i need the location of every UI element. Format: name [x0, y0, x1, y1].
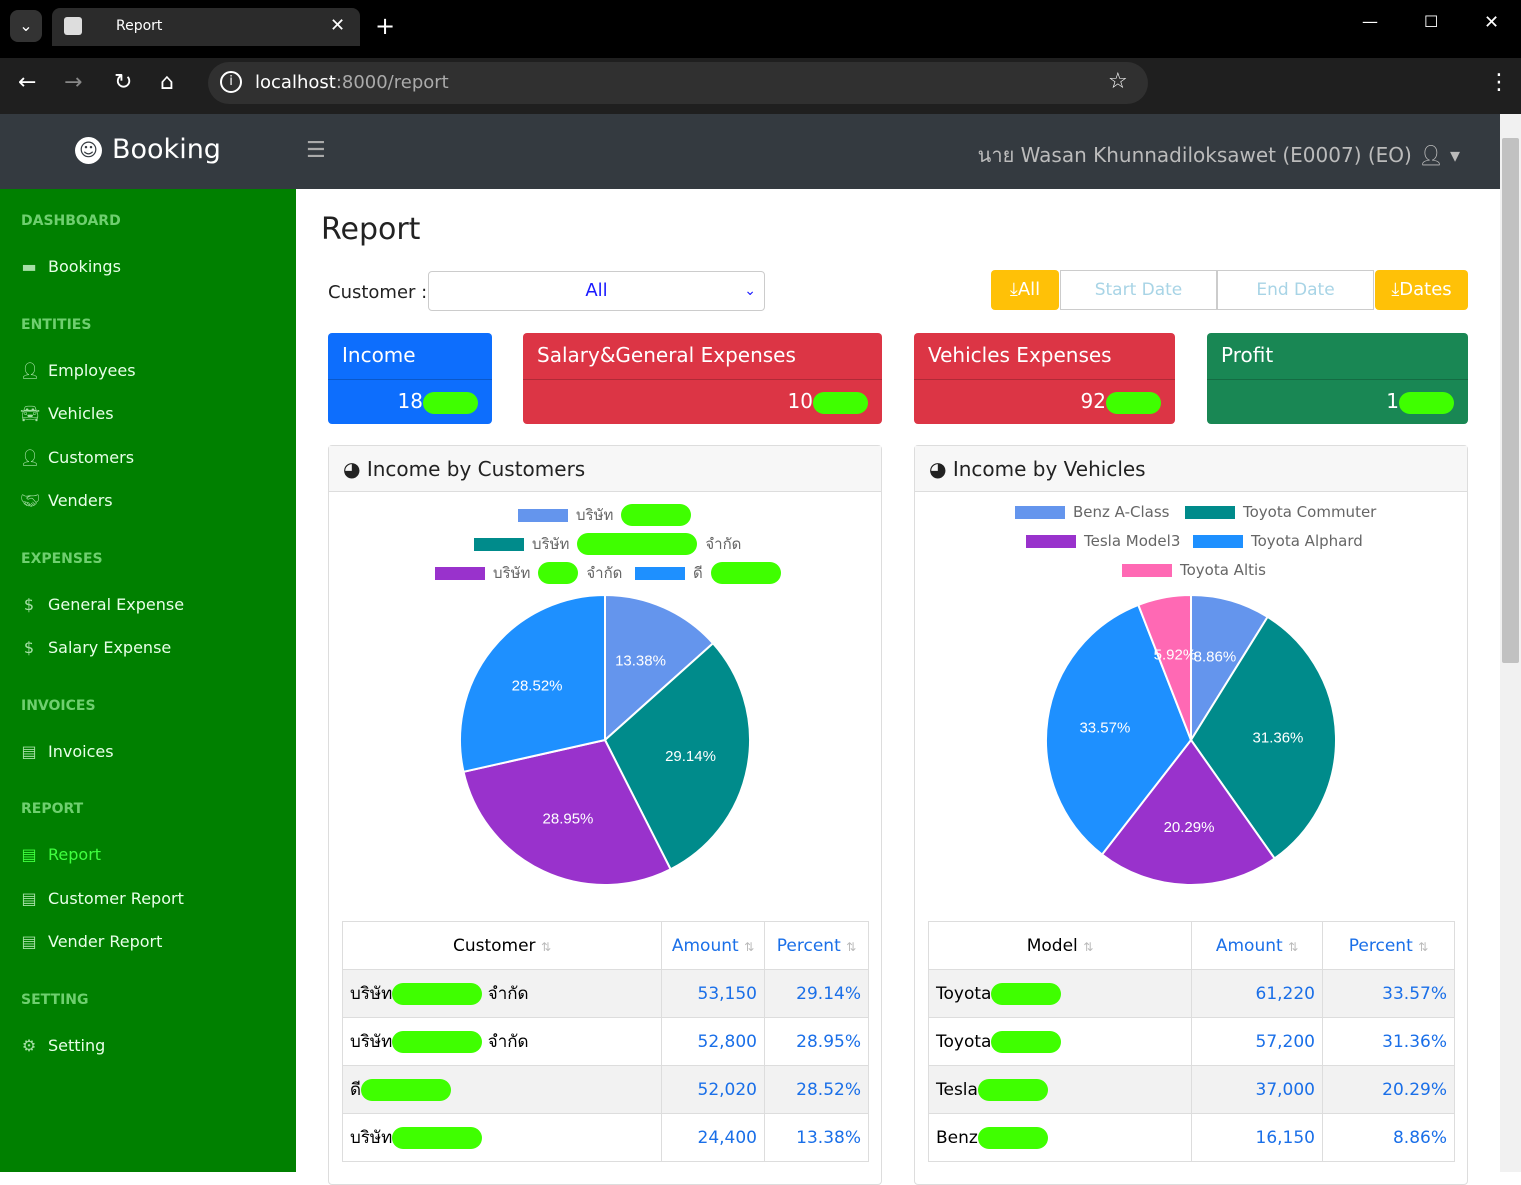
data-table: Customer ⇅ Amount ⇅ Percent ⇅ บริษัท จำกัด 5…: [342, 921, 869, 1162]
table-row[interactable]: บริษัท จำกัด 53,150 29.14%: [342, 969, 869, 1018]
table-row[interactable]: บริษัท 24,400 13.38%: [342, 1113, 869, 1162]
sort-icon: ⇅: [1083, 939, 1094, 954]
slice-label: 28.95%: [543, 811, 594, 828]
legend-item[interactable]: Toyota Altis: [1122, 561, 1266, 579]
sort-icon: ⇅: [540, 939, 552, 954]
table-row[interactable]: ดี 52,020 28.52%: [342, 1065, 869, 1114]
column-header[interactable]: Amount ⇅: [1191, 921, 1323, 970]
slice-label: 5.92%: [1154, 647, 1197, 664]
legend-item[interactable]: บริษัท จำกัด: [474, 532, 741, 556]
legend-item[interactable]: ดี: [635, 561, 781, 585]
sort-icon: ⇅: [846, 939, 857, 954]
column-header[interactable]: Percent ⇅: [1322, 921, 1455, 970]
table-row[interactable]: Tesla 37,000 20.29%: [928, 1065, 1455, 1114]
legend-swatch: [435, 566, 485, 580]
table-row[interactable]: Toyota 61,220 33.57%: [928, 969, 1455, 1018]
legend-swatch: [1015, 505, 1065, 519]
legend-item[interactable]: Tesla Model3: [1026, 532, 1180, 550]
column-header[interactable]: Model ⇅: [928, 921, 1192, 970]
column-header[interactable]: Customer ⇅: [342, 921, 662, 970]
slice-label: 20.29%: [1164, 819, 1215, 836]
legend-swatch: [635, 566, 685, 580]
legend-item[interactable]: Toyota Alphard: [1193, 532, 1363, 550]
legend-swatch: [1122, 563, 1172, 577]
slice-label: 31.36%: [1253, 729, 1304, 746]
table-row[interactable]: Toyota 57,200 31.36%: [928, 1017, 1455, 1066]
legend-swatch: [1185, 505, 1235, 519]
table-row[interactable]: บริษัท จำกัด 52,800 28.95%: [342, 1017, 869, 1066]
legend-item[interactable]: บริษัท: [518, 503, 692, 527]
legend-swatch: [1026, 534, 1076, 548]
table-row[interactable]: Benz 16,150 8.86%: [928, 1113, 1455, 1162]
sort-icon: ⇅: [1418, 939, 1429, 954]
legend-swatch: [474, 537, 524, 551]
sort-icon: ⇅: [1288, 939, 1299, 954]
legend-swatch: [1193, 534, 1243, 548]
legend-item[interactable]: บริษัท จำกัด: [435, 561, 622, 585]
scrollbar[interactable]: [1500, 114, 1521, 1172]
slice-label: 28.52%: [512, 678, 563, 695]
column-header[interactable]: Percent ⇅: [764, 921, 869, 970]
slice-label: 29.14%: [665, 748, 716, 765]
slice-label: 13.38%: [615, 653, 666, 670]
data-table: Model ⇅ Amount ⇅ Percent ⇅ Toyota 61,220 33.…: [928, 921, 1455, 1162]
column-header[interactable]: Amount ⇅: [661, 921, 765, 970]
slice-label: 33.57%: [1079, 719, 1130, 736]
legend-swatch: [518, 508, 568, 522]
legend-item[interactable]: Toyota Commuter: [1185, 503, 1376, 521]
sort-icon: ⇅: [744, 939, 755, 954]
legend-item[interactable]: Benz A-Class: [1015, 503, 1169, 521]
slice-label: 8.86%: [1194, 648, 1237, 665]
